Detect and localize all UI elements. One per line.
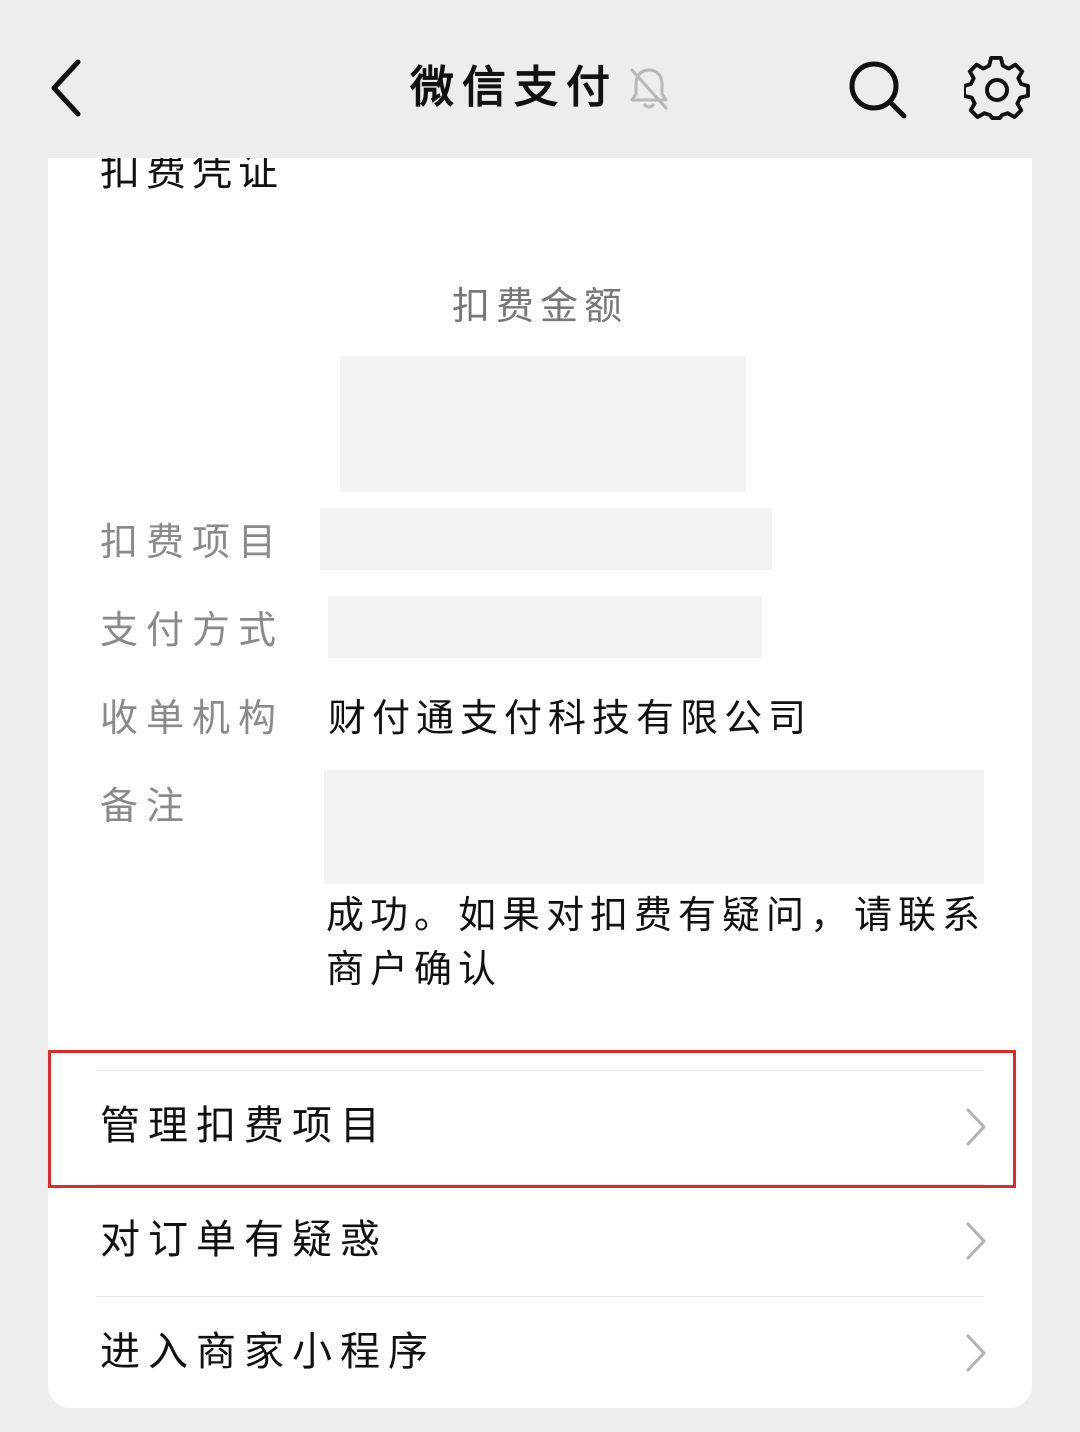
bell-off-icon: [630, 68, 668, 110]
redacted-remark: [324, 770, 984, 884]
field-label-acquirer: 收单机构: [100, 696, 285, 740]
wechat-pay-receipt-screen: 微信支付 扣费凭证 扣费金额 扣费项目 支付方式 收单机构 财付通支付科技有限公…: [0, 0, 1080, 1432]
menu-item-manage-charges[interactable]: 管理扣费项目: [48, 1070, 1032, 1182]
menu-item-label: 对订单有疑惑: [100, 1217, 388, 1263]
top-nav-bar: 微信支付: [0, 0, 1080, 158]
chevron-right-icon: [966, 1222, 986, 1260]
menu-item-label: 进入商家小程序: [100, 1329, 436, 1375]
redacted-payment-method: [328, 596, 762, 658]
field-label-charge-item: 扣费项目: [100, 520, 285, 564]
page-title: 微信支付: [410, 62, 618, 113]
chevron-right-icon: [966, 1108, 986, 1146]
remark-text: 成功。如果对扣费有疑问，请联系 商户确认: [326, 888, 996, 996]
field-value-acquirer: 财付通支付科技有限公司: [328, 696, 813, 740]
menu-item-merchant-mini-program[interactable]: 进入商家小程序: [48, 1296, 1032, 1408]
amount-label: 扣费金额: [451, 284, 628, 328]
menu-item-order-question[interactable]: 对订单有疑惑: [48, 1184, 1032, 1296]
search-icon[interactable]: [846, 58, 910, 122]
chevron-left-icon[interactable]: [40, 52, 96, 124]
field-label-remark: 备注: [100, 784, 193, 828]
redacted-charge-item: [320, 508, 772, 570]
redacted-amount: [340, 356, 746, 492]
field-label-payment-method: 支付方式: [100, 608, 285, 652]
chevron-right-icon: [966, 1334, 986, 1372]
remark-line-2: 商户确认: [326, 947, 503, 991]
remark-line-1: 成功。如果对扣费有疑问，请联系: [326, 893, 987, 937]
menu-item-label: 管理扣费项目: [100, 1103, 388, 1149]
gear-icon[interactable]: [964, 56, 1030, 122]
